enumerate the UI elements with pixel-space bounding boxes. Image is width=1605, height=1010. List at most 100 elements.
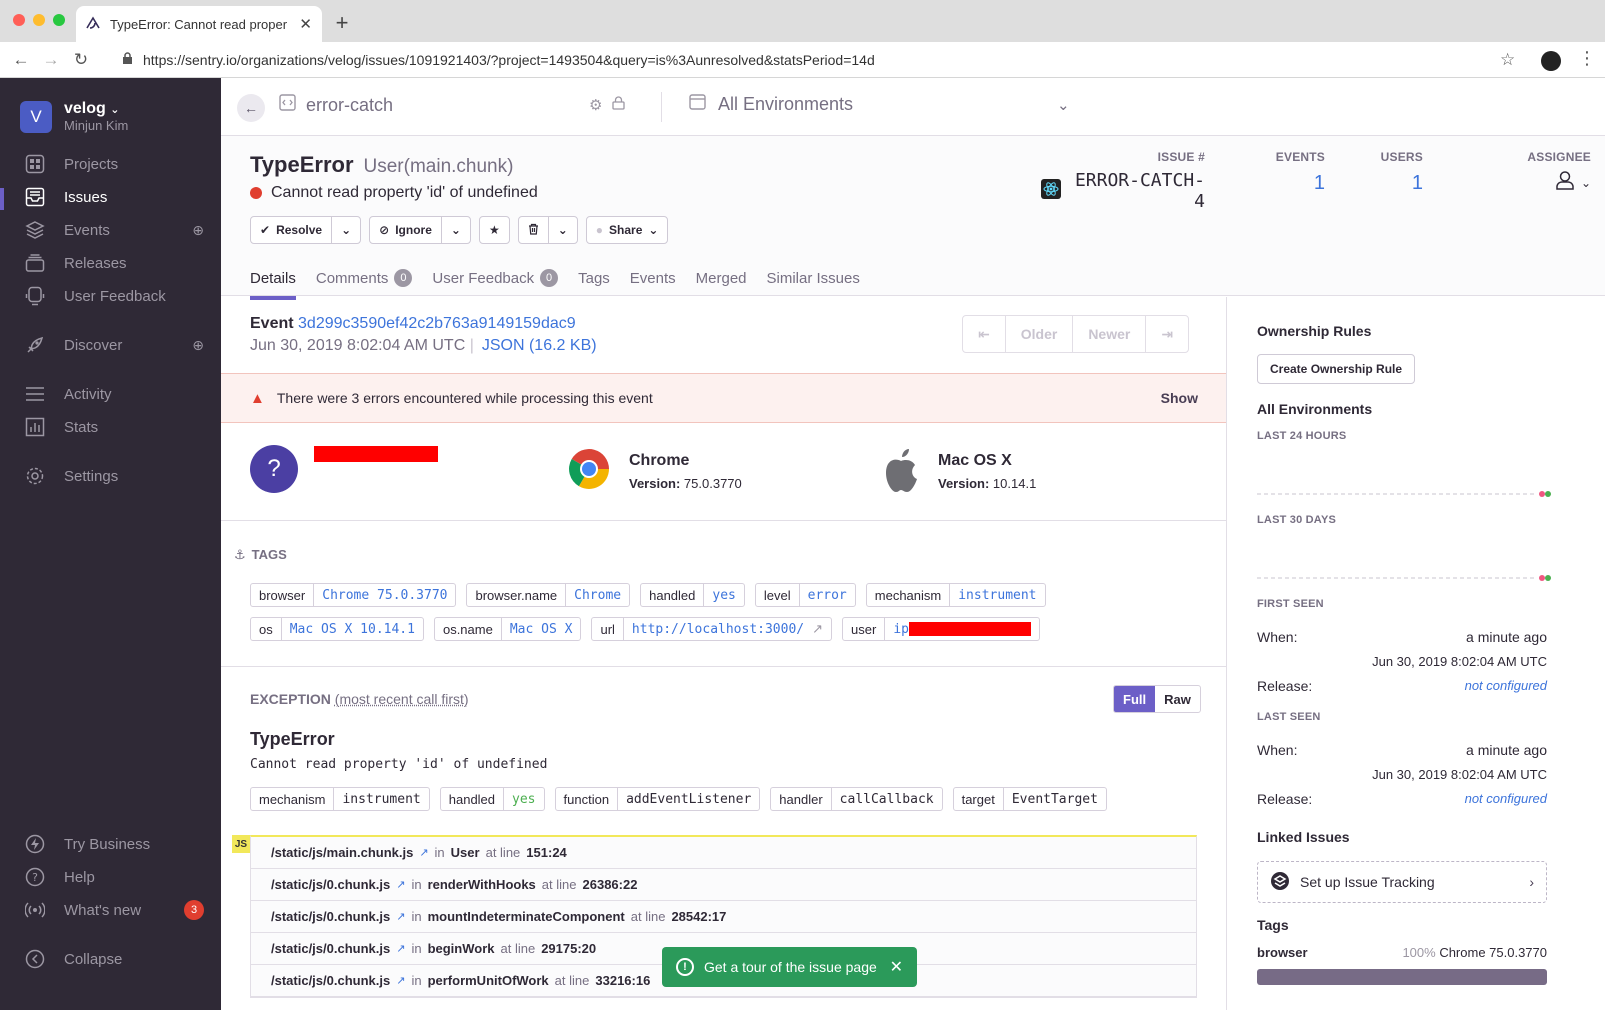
tab-user-feedback[interactable]: User Feedback 0 <box>432 266 559 290</box>
url-field[interactable]: https://sentry.io/organizations/velog/is… <box>112 46 1532 74</box>
tab-events[interactable]: Events <box>630 266 676 290</box>
ignore-button[interactable]: ⊘ Ignore <box>370 217 441 243</box>
external-link-icon[interactable]: ↗ <box>396 910 405 923</box>
new-tab-button[interactable]: + <box>332 10 352 36</box>
share-button[interactable]: ● Share ⌄ <box>587 217 668 243</box>
browser-menu-icon[interactable]: ⋮ <box>1578 48 1596 69</box>
external-link-icon[interactable]: ↗ <box>396 942 405 955</box>
sidebar: V velog ⌄ Minjun Kim Projects Issues Eve… <box>0 78 221 1010</box>
projects-icon <box>24 153 46 175</box>
tag-pill[interactable]: user ip <box>842 617 1040 641</box>
event-id-link[interactable]: 3d299c3590ef42c2b763a9149159dac9 <box>298 315 576 332</box>
raw-button[interactable]: Raw <box>1155 686 1200 712</box>
sidebar-item-collapse[interactable]: Collapse <box>24 947 204 971</box>
tag-key: target <box>954 788 1004 810</box>
org-switcher[interactable]: V velog ⌄ Minjun Kim <box>20 100 128 133</box>
sidebar-item-stats[interactable]: Stats <box>24 415 204 439</box>
tag-pill[interactable]: mechanism instrument <box>865 583 1046 607</box>
tag-pill[interactable]: os Mac OS X 10.14.1 <box>250 617 424 641</box>
tag-pill[interactable]: handled yes <box>640 583 745 607</box>
tag-key: browser <box>251 584 315 606</box>
last-event-button[interactable]: ⇥ <box>1145 316 1188 352</box>
full-button[interactable]: Full <box>1114 686 1156 712</box>
show-errors-button[interactable]: Show <box>1161 390 1198 406</box>
sidebar-item-help[interactable]: ? Help <box>24 865 204 889</box>
maximize-window-button[interactable] <box>53 14 65 26</box>
users-value[interactable]: 1 <box>1341 172 1423 195</box>
sidebar-item-whats-new[interactable]: What's new 3 <box>24 898 204 922</box>
json-link[interactable]: JSON (16.2 KB) <box>482 337 597 354</box>
sidebar-item-issues[interactable]: Issues <box>24 185 204 209</box>
ignore-dropdown[interactable]: ⌄ <box>440 217 470 243</box>
close-icon[interactable]: ✕ <box>890 957 903 977</box>
issue-header: TypeError User(main.chunk) Cannot read p… <box>221 136 1605 300</box>
tab-merged[interactable]: Merged <box>696 266 747 290</box>
tab-count: 0 <box>540 269 559 287</box>
delete-dropdown[interactable]: ⌄ <box>547 217 577 243</box>
tab-tags[interactable]: Tags <box>578 266 610 290</box>
exception-subtitle[interactable]: (most recent call first) <box>335 691 469 707</box>
minimize-window-button[interactable] <box>33 14 45 26</box>
sidebar-item-user-feedback[interactable]: User Feedback <box>24 284 204 308</box>
chevron-down-icon[interactable]: ⌄ <box>1057 96 1070 114</box>
issue-short-id[interactable]: ERROR-CATCH-4 <box>1069 170 1205 212</box>
external-link-icon[interactable]: ↗ <box>396 878 405 891</box>
sidebar-item-events[interactable]: Events ⊕ <box>24 218 204 242</box>
back-button[interactable]: ← <box>237 94 265 122</box>
tag-pill[interactable]: browser Chrome 75.0.3770 <box>250 583 457 607</box>
back-icon[interactable]: ← <box>6 50 36 70</box>
assignee-selector[interactable]: ⌄ <box>1451 170 1591 195</box>
frame-at-line: at line <box>500 941 536 956</box>
release-not-configured-link[interactable]: not configured <box>1465 791 1547 806</box>
environment-selector[interactable]: All Environments <box>689 94 853 115</box>
close-tab-icon[interactable]: ✕ <box>299 15 312 33</box>
sidebar-item-try-business[interactable]: Try Business <box>24 832 204 856</box>
bookmark-star-icon[interactable]: ☆ <box>1500 50 1515 70</box>
lock-icon[interactable] <box>612 96 626 114</box>
delete-button[interactable] <box>519 217 548 243</box>
release-not-configured-link[interactable]: not configured <box>1465 678 1547 693</box>
tab-similar-issues[interactable]: Similar Issues <box>767 266 860 290</box>
tag-pill[interactable]: url http://localhost:3000/ ↗ <box>591 617 833 641</box>
stack-frame[interactable]: /static/js/0.chunk.js ↗ in renderWithHooks a… <box>251 869 1196 901</box>
tab-comments[interactable]: Comments 0 <box>316 266 413 290</box>
project-selector[interactable]: error-catch <box>279 94 393 116</box>
bookmark-button[interactable]: ★ <box>480 217 509 243</box>
tour-toast[interactable]: ! Get a tour of the issue page ✕ <box>662 947 917 987</box>
newer-button[interactable]: Newer <box>1072 316 1145 352</box>
resolve-dropdown[interactable]: ⌄ <box>331 217 360 243</box>
tag-distribution-bar[interactable] <box>1257 969 1547 985</box>
tab-details[interactable]: Details <box>250 266 296 300</box>
stack-frame[interactable]: /static/js/main.chunk.js ↗ in User at line 15… <box>251 837 1196 869</box>
sidebar-item-projects[interactable]: Projects <box>24 152 204 176</box>
tag-row: browser Chrome 75.0.3770 browser.name Chro… <box>250 583 1046 607</box>
resolve-button[interactable]: ✔ Resolve <box>251 217 331 243</box>
tag-key: mechanism <box>867 584 951 606</box>
close-window-button[interactable] <box>13 14 25 26</box>
mechanism-pill: function addEventListener <box>554 787 761 811</box>
gear-icon[interactable]: ⚙ <box>589 96 602 114</box>
events-value[interactable]: 1 <box>1241 172 1325 195</box>
browser-tab[interactable]: TypeError: Cannot read proper ✕ <box>76 6 322 42</box>
sidebar-item-releases[interactable]: Releases <box>24 251 204 275</box>
sidebar-item-activity[interactable]: Activity <box>24 382 204 406</box>
sidebar-item-settings[interactable]: Settings <box>24 464 204 488</box>
external-link-icon[interactable]: ↗ <box>396 974 405 987</box>
lightning-icon <box>24 833 46 855</box>
feedback-icon <box>24 285 46 307</box>
tag-pill[interactable]: os.name Mac OS X <box>433 617 582 641</box>
stack-frame[interactable]: /static/js/0.chunk.js ↗ in mountIndetermina… <box>251 901 1196 933</box>
setup-issue-tracking-button[interactable]: Set up Issue Tracking › <box>1257 861 1547 903</box>
tag-pill[interactable]: browser.name Chrome <box>466 583 631 607</box>
older-button[interactable]: Older <box>1004 316 1073 352</box>
first-event-button[interactable]: ⇤ <box>963 316 1005 352</box>
create-ownership-rule-button[interactable]: Create Ownership Rule <box>1257 354 1416 384</box>
frame-function: performUnitOfWork <box>427 973 549 988</box>
sidebar-item-discover[interactable]: Discover ⊕ <box>24 333 204 357</box>
forward-icon[interactable]: → <box>36 50 66 70</box>
reload-icon[interactable]: ↻ <box>66 50 96 70</box>
tag-pill[interactable]: level error <box>754 583 856 607</box>
external-link-icon[interactable]: ↗ <box>419 846 428 859</box>
profile-avatar[interactable] <box>1541 51 1561 71</box>
external-link-icon[interactable]: ↗ <box>812 618 831 640</box>
